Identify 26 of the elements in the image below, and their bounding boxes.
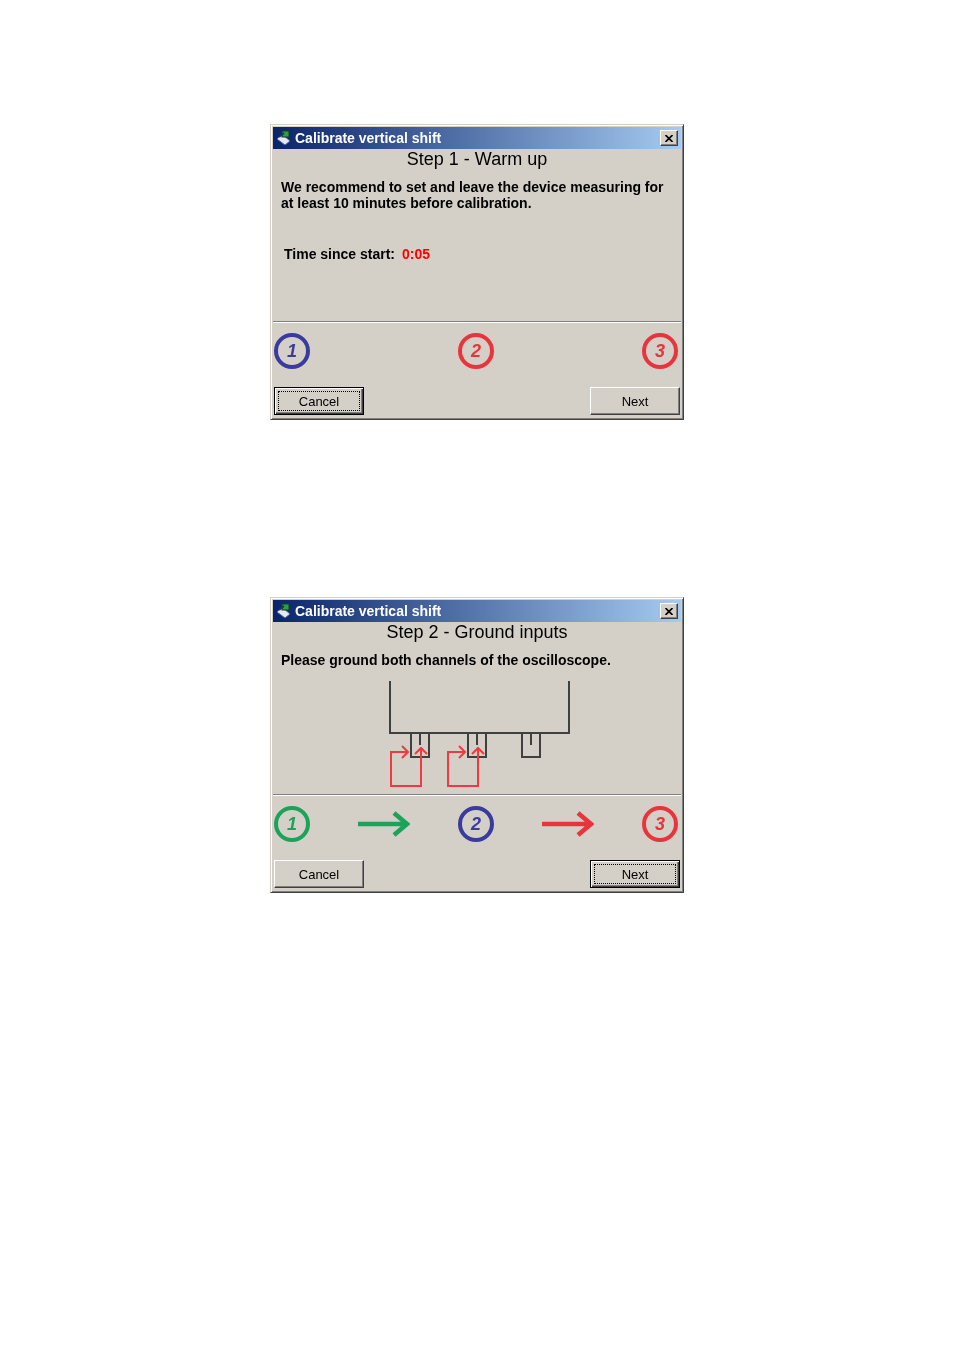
dialog-button[interactable]: Cancel [274,860,364,888]
dialog-button[interactable]: Next [590,860,680,888]
app-icon [276,130,292,146]
window-title: Calibrate vertical shift [295,603,442,619]
instruction-text: Please ground both channels of the oscilloscope. [281,652,611,668]
window-title: Calibrate vertical shift [295,130,442,146]
close-icon [665,607,673,615]
close-icon [665,134,673,142]
step-number: 2 [458,333,494,369]
dialog-button[interactable]: Cancel [274,387,364,415]
dialog-button[interactable]: Next [590,387,680,415]
step-number: 2 [458,806,494,842]
close-button[interactable] [660,603,678,619]
step-title: Step 2 - Ground inputs [386,622,568,642]
step-title: Step 1 - Warm up [406,149,548,169]
close-button[interactable] [660,130,678,146]
step-number: 3 [642,333,678,369]
app-icon [276,603,292,619]
step-number: 1 [274,806,310,842]
step-number: 1 [274,333,310,369]
step-number: 3 [642,806,678,842]
timer-label: Time since start: [284,246,395,262]
timer-value: 0:05 [402,246,431,262]
input-connector [467,732,487,758]
input-connector [410,732,430,758]
instruction-text: We recommend to set and leave the device measuring for at least 10 minutes before calibration. [281,179,665,211]
